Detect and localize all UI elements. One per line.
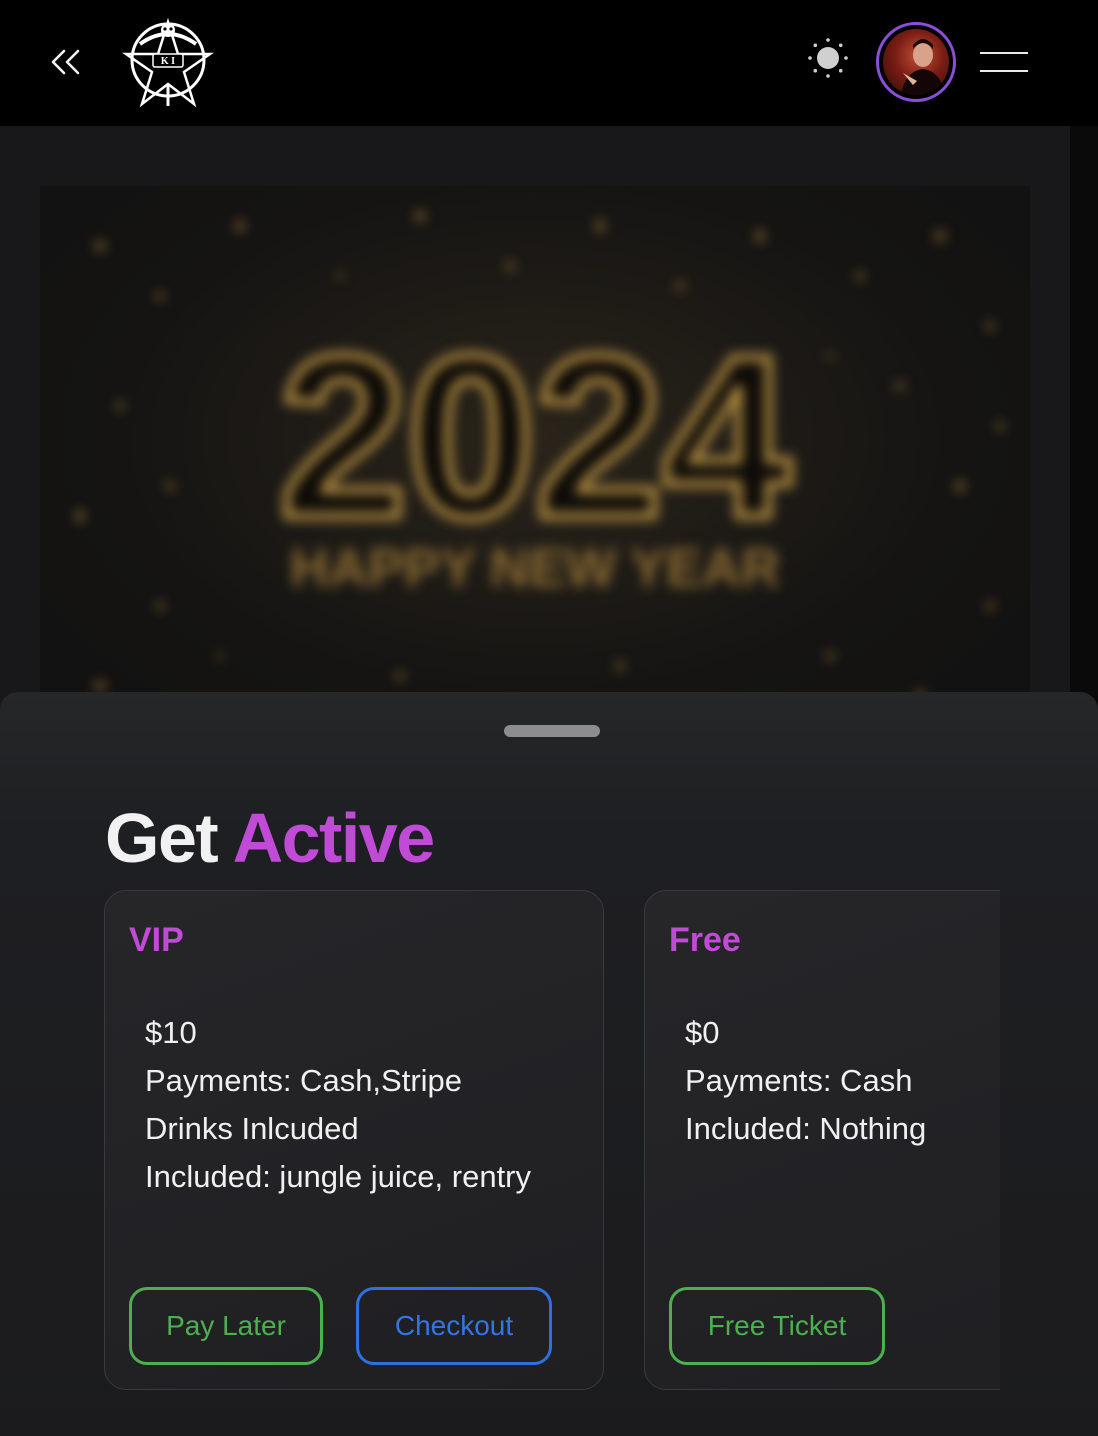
hamburger-menu-button[interactable]: [978, 46, 1030, 78]
user-avatar[interactable]: [876, 22, 956, 102]
tickets-sheet: Get Active VIP $10 Payments: Cash,Stripe…: [0, 692, 1098, 1436]
ticket-details: $0 Payments: Cash Included: Nothing: [685, 1009, 926, 1153]
ticket-price: $0: [685, 1015, 720, 1050]
ticket-payments: Payments: Cash: [685, 1063, 913, 1098]
pay-later-button[interactable]: Pay Later: [129, 1287, 323, 1365]
checkout-button[interactable]: Checkout: [356, 1287, 552, 1365]
svg-text:K I: K I: [161, 56, 175, 67]
back-button[interactable]: [44, 42, 88, 82]
banner-year: 2024: [279, 308, 791, 565]
ticket-card-free: Free $0 Payments: Cash Included: Nothing…: [644, 890, 1000, 1390]
ticket-name: Free: [669, 921, 741, 959]
ticket-included: Included: Nothing: [685, 1111, 927, 1146]
ticket-payments: Payments: Cash,Stripe: [145, 1063, 463, 1098]
skull-pentagram-logo: K I: [121, 17, 215, 108]
brand-logo[interactable]: K I: [120, 14, 216, 108]
sheet-drag-handle[interactable]: [504, 725, 600, 737]
ticket-name: VIP: [129, 921, 184, 959]
ticket-card-vip: VIP $10 Payments: Cash,Stripe Drinks Inl…: [104, 890, 604, 1390]
event-banner: 2024 HAPPY NEW YEAR: [0, 126, 1098, 726]
free-ticket-button[interactable]: Free Ticket: [669, 1287, 885, 1365]
title-main: Get: [105, 799, 219, 877]
ticket-details: $10 Payments: Cash,Stripe Drinks Inlcude…: [145, 1009, 531, 1201]
event-banner-image: 2024 HAPPY NEW YEAR: [40, 186, 1030, 726]
ticket-included: Included: jungle juice, rentry: [145, 1159, 532, 1194]
sheet-title: Get Active: [105, 798, 436, 878]
avatar-image: [883, 29, 949, 95]
ticket-drinks: Drinks Inlcuded: [145, 1111, 359, 1146]
tickets-carousel[interactable]: VIP $10 Payments: Cash,Stripe Drinks Inl…: [104, 890, 1000, 1394]
theme-toggle-button[interactable]: [804, 34, 852, 82]
double-chevron-left-icon: [51, 49, 80, 75]
event-ticket-page: K I 2024 HAPPY NEW YEAR Get Active VIP $…: [0, 0, 1098, 1436]
banner-subtitle: HAPPY NEW YEAR: [290, 538, 780, 598]
top-nav: K I: [0, 0, 1098, 126]
ticket-price: $10: [145, 1015, 197, 1050]
sun-icon: [808, 38, 848, 78]
title-accent: Active: [232, 799, 436, 877]
hamburger-menu-icon: [980, 52, 1028, 54]
